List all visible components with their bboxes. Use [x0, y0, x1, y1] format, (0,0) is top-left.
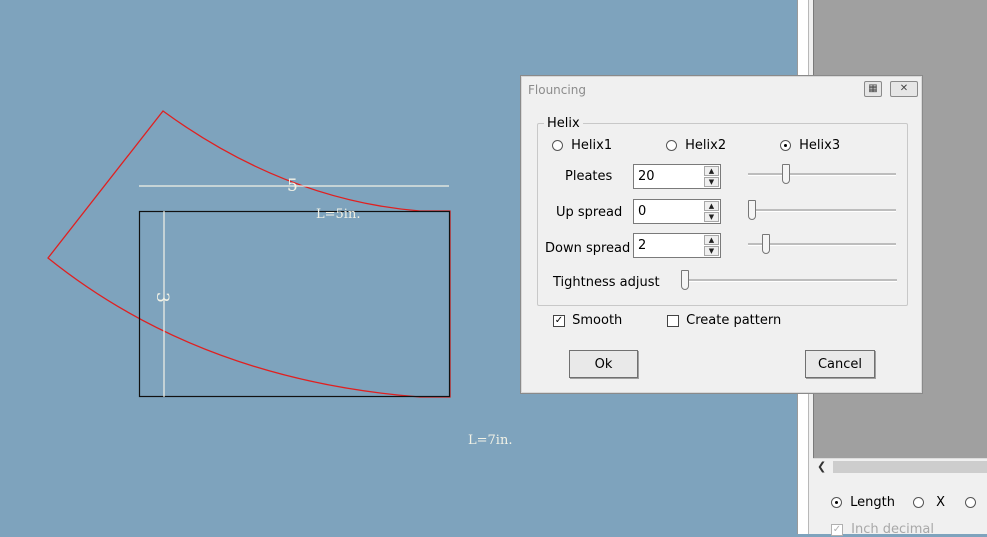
smooth-option[interactable]: ✓ Smooth	[553, 313, 622, 328]
create-pattern-checkbox[interactable]	[667, 314, 679, 327]
close-icon[interactable]: ✕	[890, 81, 918, 97]
outer-length-label: L=7in.	[468, 433, 513, 448]
helix3-radio[interactable]	[780, 140, 791, 151]
create-pattern-label: Create pattern	[686, 313, 782, 328]
scroll-left-icon[interactable]: ❮	[817, 460, 826, 473]
helix1-label: Helix1	[571, 138, 613, 153]
up-spread-label: Up spread	[556, 205, 623, 220]
down-spread-slider-track	[748, 243, 896, 246]
up-spread-slider-track	[748, 209, 896, 212]
helix-group-label: Helix	[544, 116, 583, 131]
inch-decimal-option: ✓ Inch decimal	[831, 522, 934, 537]
down-spread-slider[interactable]	[748, 234, 896, 254]
preview-horizontal-scrollbar[interactable]: ❮	[813, 458, 987, 475]
down-spread-down-icon[interactable]: ▼	[704, 246, 719, 256]
base-rectangle	[138, 210, 451, 398]
down-spread-input[interactable]	[636, 237, 706, 253]
up-spread-input[interactable]	[636, 203, 706, 219]
dialog-title: Flouncing	[528, 83, 586, 97]
side-dimension-label: 3	[152, 292, 172, 303]
helix1-option[interactable]: Helix1	[552, 138, 612, 153]
down-spread-spinbox: ▲ ▼	[633, 233, 721, 258]
up-spread-down-icon[interactable]: ▼	[704, 212, 719, 222]
inch-decimal-label: Inch decimal	[851, 522, 934, 537]
unit-length-radio[interactable]	[831, 497, 842, 508]
pleates-up-icon[interactable]: ▲	[704, 166, 719, 176]
up-spread-spinbox: ▲ ▼	[633, 199, 721, 224]
pleates-slider[interactable]	[748, 164, 896, 184]
flounce-outline	[47, 110, 451, 398]
helix1-radio[interactable]	[552, 140, 563, 151]
helix2-option[interactable]: Helix2	[666, 138, 726, 153]
pleates-slider-track	[748, 173, 896, 176]
inner-length-label: L=5in.	[316, 207, 361, 222]
unit-length-option[interactable]: Length	[831, 495, 895, 510]
up-spread-slider-thumb[interactable]	[748, 200, 756, 220]
pleates-down-icon[interactable]: ▼	[704, 177, 719, 187]
tightness-slider-thumb[interactable]	[681, 270, 689, 290]
up-spread-up-icon[interactable]: ▲	[704, 201, 719, 211]
helix2-radio[interactable]	[666, 140, 677, 151]
pleates-slider-thumb[interactable]	[782, 164, 790, 184]
down-spread-label: Down spread	[545, 241, 631, 256]
unit-third-option[interactable]	[965, 495, 976, 510]
tightness-slider[interactable]	[681, 270, 897, 290]
up-spread-slider[interactable]	[748, 200, 896, 220]
create-pattern-option[interactable]: Create pattern	[667, 313, 781, 328]
ok-button[interactable]: Ok	[569, 350, 638, 378]
tightness-slider-track	[681, 279, 897, 282]
down-spread-up-icon[interactable]: ▲	[704, 235, 719, 245]
helix2-label: Helix2	[685, 138, 727, 153]
down-spread-slider-thumb[interactable]	[762, 234, 770, 254]
unit-x-option[interactable]: X	[913, 495, 945, 510]
calculator-icon[interactable]: ▦	[864, 81, 882, 97]
dialog-titlebar[interactable]: Flouncing ▦ ✕	[522, 77, 921, 101]
unit-third-radio[interactable]	[965, 497, 976, 508]
cancel-button[interactable]: Cancel	[805, 350, 875, 378]
smooth-label: Smooth	[572, 313, 623, 328]
helix3-label: Helix3	[799, 138, 841, 153]
scroll-thumb[interactable]	[833, 461, 987, 473]
tightness-label: Tightness adjust	[553, 275, 660, 290]
pleates-label: Pleates	[565, 169, 613, 184]
smooth-checkbox[interactable]: ✓	[553, 314, 565, 327]
unit-length-label: Length	[850, 495, 895, 510]
flouncing-dialog: Flouncing ▦ ✕ Helix Helix1 Helix2 Helix3…	[520, 75, 923, 394]
unit-x-label: X	[936, 495, 946, 510]
top-dimension-label: 5	[287, 176, 298, 196]
helix3-option[interactable]: Helix3	[780, 138, 840, 153]
pleates-spinbox: ▲ ▼	[633, 164, 721, 189]
pleates-input[interactable]	[636, 168, 706, 184]
unit-x-radio[interactable]	[913, 497, 924, 508]
